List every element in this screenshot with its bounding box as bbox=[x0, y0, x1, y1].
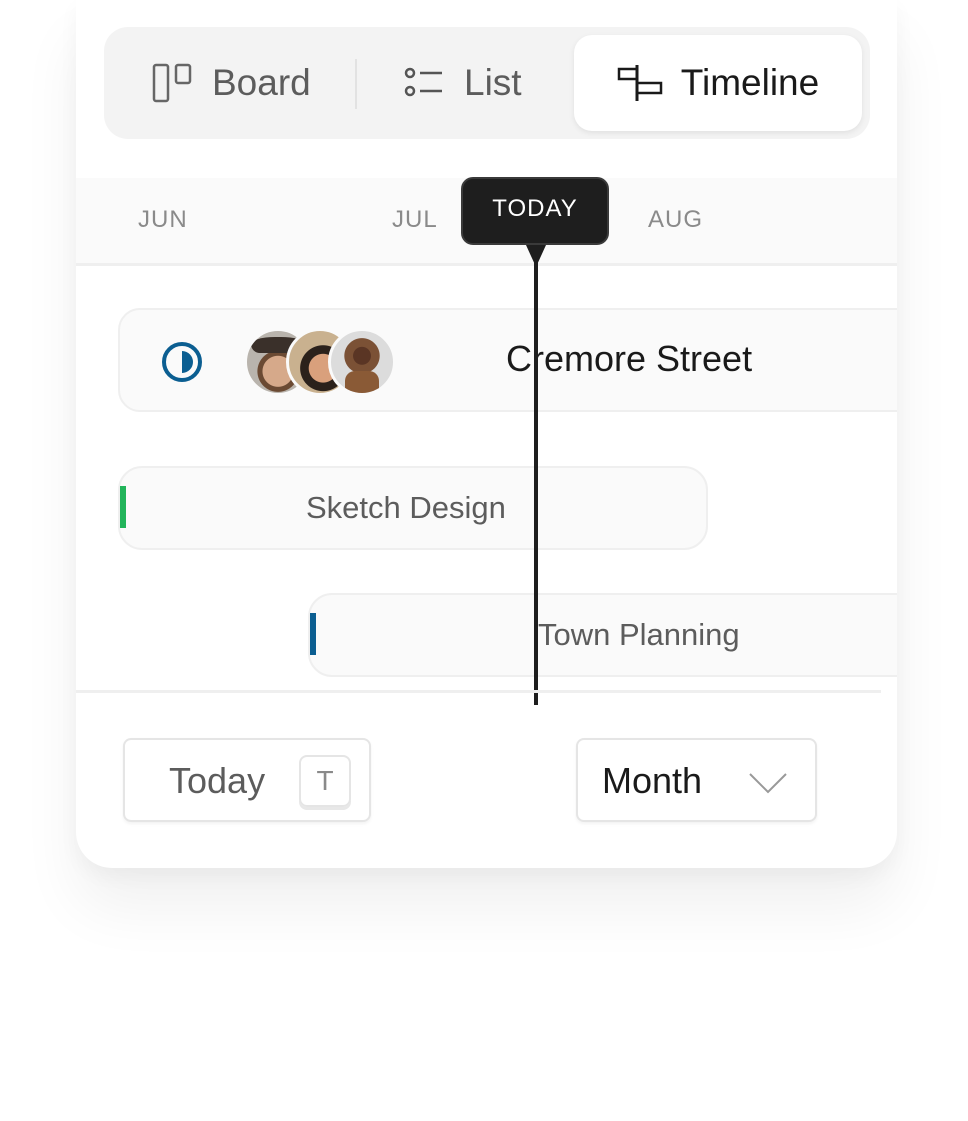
avatar[interactable] bbox=[328, 328, 396, 396]
board-icon bbox=[152, 63, 192, 103]
month-label: JUN bbox=[138, 206, 188, 233]
zoom-select-value: Month bbox=[602, 760, 703, 801]
project-row[interactable]: Cremore Street bbox=[118, 308, 897, 412]
tab-list[interactable]: List bbox=[404, 27, 522, 139]
month-label: JUL bbox=[392, 206, 438, 233]
tab-board-label: Board bbox=[212, 62, 311, 103]
task-accent bbox=[310, 613, 316, 655]
tab-list-label: List bbox=[464, 62, 522, 103]
half-circle-status-icon bbox=[162, 342, 202, 382]
view-switcher: Board List Timeline bbox=[104, 27, 870, 139]
month-label: AUG bbox=[648, 206, 704, 233]
task-accent bbox=[120, 486, 126, 528]
project-title: Cremore Street bbox=[506, 338, 753, 379]
tab-board[interactable]: Board bbox=[152, 27, 311, 139]
timeline-card: Board List Timeline JUN JUL AUG Cremore … bbox=[76, 0, 897, 868]
today-button-label: Today bbox=[169, 760, 266, 801]
timeline-icon bbox=[617, 65, 663, 101]
chevron-down-icon bbox=[749, 773, 787, 794]
zoom-select[interactable]: Month bbox=[576, 738, 817, 822]
tab-timeline[interactable]: Timeline bbox=[574, 35, 862, 131]
task-bar[interactable]: Sketch Design bbox=[118, 466, 708, 550]
today-line bbox=[534, 245, 538, 705]
task-bar[interactable]: Town Planning bbox=[308, 593, 897, 677]
today-button[interactable]: Today T bbox=[123, 738, 371, 822]
tab-timeline-label: Timeline bbox=[680, 62, 820, 103]
shortcut-key: T bbox=[299, 755, 351, 807]
today-marker[interactable]: TODAY bbox=[461, 177, 609, 245]
task-label: Sketch Design bbox=[306, 490, 506, 525]
divider bbox=[76, 690, 881, 693]
task-label: Town Planning bbox=[538, 617, 740, 652]
today-pointer bbox=[526, 245, 546, 267]
tab-divider bbox=[355, 59, 357, 109]
list-icon bbox=[404, 67, 442, 97]
